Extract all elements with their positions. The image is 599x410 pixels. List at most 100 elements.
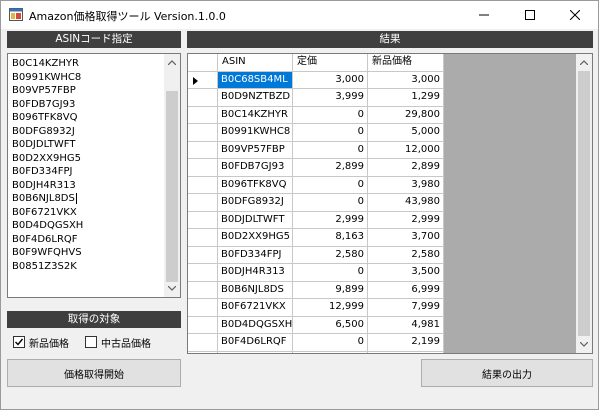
maximize-button[interactable] xyxy=(507,1,553,29)
title-bar[interactable]: Amazon価格取得ツール Version.1.0.0 xyxy=(1,1,598,29)
cell-new-price[interactable]: 3,000 xyxy=(368,71,444,89)
table-row[interactable]: B0D9NZTBZD 3,999 1,299 xyxy=(188,89,444,107)
table-row[interactable]: B0F6721VKX 12,999 7,999 xyxy=(188,299,444,317)
cell-asin[interactable]: B0DJH4R313 xyxy=(218,264,293,282)
cell-list-price[interactable]: 0 xyxy=(293,124,368,142)
table-row[interactable]: B0F4D6LRQF 0 2,199 xyxy=(188,334,444,352)
new-price-option[interactable]: 新品価格 xyxy=(13,335,69,350)
cell-asin[interactable]: B096TFK8VQ xyxy=(218,176,293,194)
column-header-list-price[interactable]: 定価 xyxy=(293,54,368,72)
row-header[interactable] xyxy=(188,194,218,212)
minimize-button[interactable] xyxy=(461,1,507,29)
row-header[interactable] xyxy=(188,141,218,159)
cell-new-price[interactable]: 4,981 xyxy=(368,316,444,334)
cell-asin[interactable]: B0D2XX9HG5 xyxy=(218,229,293,247)
cell-list-price[interactable]: 0 xyxy=(293,141,368,159)
table-row[interactable]: B09VP57FBP 0 12,000 xyxy=(188,141,444,159)
row-header[interactable] xyxy=(188,106,218,124)
table-row[interactable]: B0C14KZHYR 0 29,800 xyxy=(188,106,444,124)
cell-new-price[interactable]: 12,000 xyxy=(368,141,444,159)
row-header[interactable] xyxy=(188,229,218,247)
row-header[interactable] xyxy=(188,351,218,353)
row-header[interactable] xyxy=(188,246,218,264)
cell-asin[interactable]: B09VP57FBP xyxy=(218,141,293,159)
cell-new-price[interactable]: 2,199 xyxy=(368,334,444,352)
row-header[interactable] xyxy=(188,176,218,194)
cell-new-price[interactable]: 2,999 xyxy=(368,211,444,229)
scroll-up-icon[interactable] xyxy=(164,54,180,71)
column-header-asin[interactable]: ASIN xyxy=(218,54,293,72)
row-header[interactable] xyxy=(188,124,218,142)
cell-asin[interactable]: B0DFG8932J xyxy=(218,194,293,212)
cell-list-price[interactable]: 0 xyxy=(293,194,368,212)
row-header[interactable] xyxy=(188,299,218,317)
table-row[interactable]: B096TFK8VQ 0 3,980 xyxy=(188,176,444,194)
scroll-thumb[interactable] xyxy=(166,91,178,282)
cell-new-price[interactable]: 1,299 xyxy=(368,89,444,107)
cell-new-price[interactable]: 3,700 xyxy=(368,229,444,247)
scroll-thumb[interactable] xyxy=(578,71,590,336)
cell-list-price[interactable]: 0 xyxy=(293,176,368,194)
table-row[interactable]: B0FDB7GJ93 2,899 2,899 xyxy=(188,159,444,177)
table-row[interactable]: B0DFG8932J 0 43,980 xyxy=(188,194,444,212)
cell-list-price[interactable]: 12,999 xyxy=(293,299,368,317)
row-header[interactable] xyxy=(188,281,218,299)
cell-asin[interactable]: B0C14KZHYR xyxy=(218,106,293,124)
cell-list-price[interactable]: 3,000 xyxy=(293,71,368,89)
used-price-checkbox[interactable] xyxy=(85,336,97,348)
row-header[interactable] xyxy=(188,334,218,352)
table-row[interactable]: B0D2XX9HG5 8,163 3,700 xyxy=(188,229,444,247)
cell-new-price[interactable]: 2,480 xyxy=(368,351,444,353)
scroll-down-icon[interactable] xyxy=(164,280,180,297)
table-row[interactable]: B0DJDLTWFT 2,999 2,999 xyxy=(188,211,444,229)
row-header[interactable] xyxy=(188,264,218,282)
row-header[interactable] xyxy=(188,89,218,107)
results-grid[interactable]: ASIN 定価 新品価格 B0C68SB4ML 3,000 3,000 B0D9NZT… xyxy=(187,53,593,354)
cell-asin[interactable]: B0C68SB4ML xyxy=(218,71,293,89)
table-row[interactable]: B0FD334FPJ 2,580 2,580 xyxy=(188,246,444,264)
cell-list-price[interactable]: 2,899 xyxy=(293,159,368,177)
cell-asin[interactable]: B0D9NZTBZD xyxy=(218,89,293,107)
table-row[interactable]: B0F9WFQHVS02,480 xyxy=(188,351,444,353)
asin-scrollbar[interactable] xyxy=(164,54,180,297)
table-row[interactable]: B0DJH4R313 0 3,500 xyxy=(188,264,444,282)
table-row[interactable]: B0991KWHC8 0 5,000 xyxy=(188,124,444,142)
cell-list-price[interactable]: 8,163 xyxy=(293,229,368,247)
results-scrollbar[interactable] xyxy=(576,54,592,353)
scroll-down-icon[interactable] xyxy=(576,336,592,353)
cell-list-price[interactable]: 3,999 xyxy=(293,89,368,107)
cell-list-price[interactable]: 2,580 xyxy=(293,246,368,264)
fetch-prices-button[interactable]: 価格取得開始 xyxy=(7,359,181,387)
cell-asin[interactable]: B0D4DQGSXH xyxy=(218,316,293,334)
new-price-checkbox[interactable] xyxy=(13,336,25,348)
used-price-option[interactable]: 中古品価格 xyxy=(85,335,151,350)
table-row[interactable]: B0B6NJL8DS 9,899 6,999 xyxy=(188,281,444,299)
cell-new-price[interactable]: 7,999 xyxy=(368,299,444,317)
cell-list-price[interactable]: 0 xyxy=(293,264,368,282)
cell-new-price[interactable]: 5,000 xyxy=(368,124,444,142)
cell-asin[interactable]: B0FD334FPJ xyxy=(218,246,293,264)
cell-new-price[interactable]: 29,800 xyxy=(368,106,444,124)
cell-new-price[interactable]: 43,980 xyxy=(368,194,444,212)
cell-asin[interactable]: B0F9WFQHVS xyxy=(218,351,293,353)
cell-new-price[interactable]: 3,500 xyxy=(368,264,444,282)
cell-list-price[interactable]: 2,999 xyxy=(293,211,368,229)
close-button[interactable] xyxy=(552,1,598,29)
cell-new-price[interactable]: 2,580 xyxy=(368,246,444,264)
row-header[interactable] xyxy=(188,159,218,177)
cell-list-price[interactable]: 0 xyxy=(293,334,368,352)
scroll-up-icon[interactable] xyxy=(576,54,592,71)
column-header-new-price[interactable]: 新品価格 xyxy=(368,54,444,72)
export-results-button[interactable]: 結果の出力 xyxy=(421,359,593,387)
cell-new-price[interactable]: 3,980 xyxy=(368,176,444,194)
cell-list-price[interactable]: 0 xyxy=(293,351,368,353)
asin-input-textarea[interactable]: B0C14KZHYR B0991KWHC8 B09VP57FBP B0FDB7GJ93… xyxy=(7,53,181,298)
table-row[interactable]: B0C68SB4ML 3,000 3,000 xyxy=(188,71,444,89)
cell-list-price[interactable]: 9,899 xyxy=(293,281,368,299)
cell-asin[interactable]: B0B6NJL8DS xyxy=(218,281,293,299)
cell-asin[interactable]: B0DJDLTWFT xyxy=(218,211,293,229)
cell-new-price[interactable]: 2,899 xyxy=(368,159,444,177)
table-row[interactable]: B0D4DQGSXH 6,500 4,981 xyxy=(188,316,444,334)
row-header[interactable] xyxy=(188,71,218,89)
row-header[interactable] xyxy=(188,316,218,334)
